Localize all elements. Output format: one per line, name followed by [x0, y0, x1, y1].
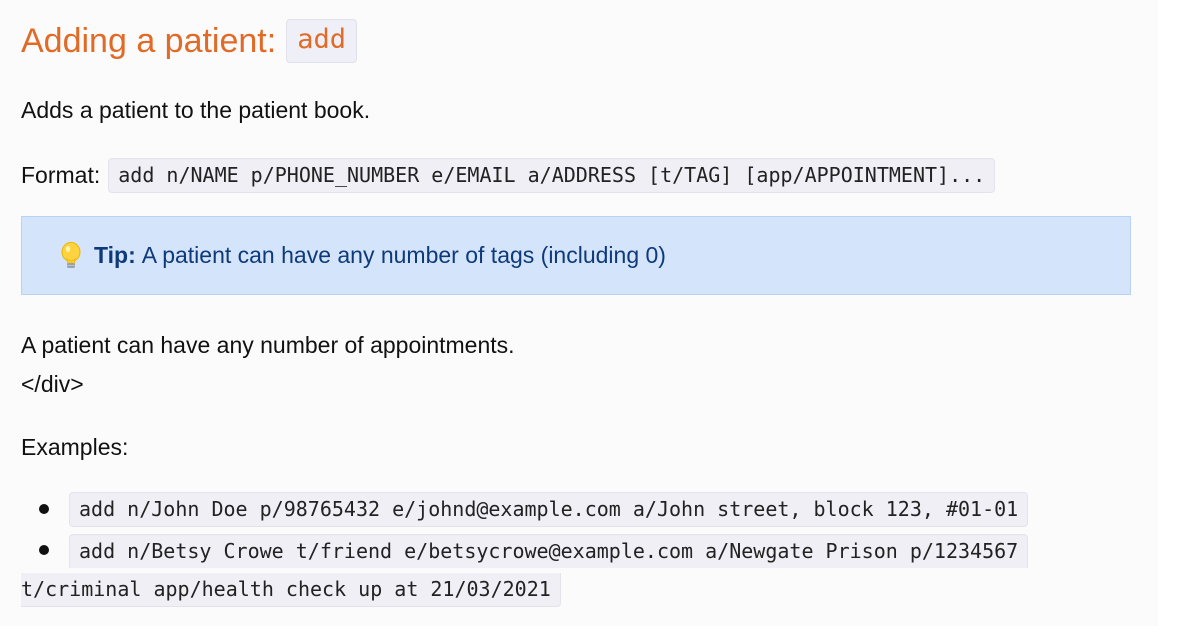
tip-label: Tip:: [94, 242, 136, 268]
lightbulb-icon: [58, 241, 84, 271]
examples-label: Examples:: [21, 434, 129, 460]
format-syntax-code: add n/NAME p/PHONE_NUMBER e/EMAIL a/ADDR…: [108, 158, 996, 193]
tip-callout: Tip: A patient can have any number of ta…: [21, 216, 1131, 295]
appointments-paragraph: A patient can have any number of appoint…: [21, 332, 515, 358]
section-title: Adding a patient:: [21, 21, 277, 60]
example-code-line-1: add n/Betsy Crowe t/friend e/betsycrowe@…: [69, 534, 1029, 568]
format-paragraph: Format: add n/NAME p/PHONE_NUMBER e/EMAI…: [21, 158, 996, 193]
tip-text: A patient can have any number of tags (i…: [141, 242, 666, 268]
example-code: add n/John Doe p/98765432 e/johnd@exampl…: [69, 492, 1029, 527]
format-label: Format:: [21, 162, 101, 189]
examples-list: add n/John Doe p/98765432 e/johnd@exampl…: [21, 492, 1133, 609]
example-code-wrapped: add n/Betsy Crowe t/friend e/betsycrowe@…: [21, 533, 1133, 609]
stray-closing-tag: </div>: [21, 371, 84, 397]
section-heading: Adding a patient: add: [21, 16, 357, 66]
list-item: add n/Betsy Crowe t/friend e/betsycrowe@…: [21, 533, 1133, 609]
intro-paragraph: Adds a patient to the patient book.: [21, 97, 371, 123]
example-code-line-2: t/criminal app/health check up at 21/03/…: [21, 573, 561, 607]
document-page: Adding a patient: add Adds a patient to …: [0, 0, 1158, 626]
list-item: add n/John Doe p/98765432 e/johnd@exampl…: [21, 492, 1133, 527]
section-command-code: add: [286, 19, 357, 63]
bullet-icon: [39, 504, 49, 514]
bullet-icon: [39, 545, 49, 555]
